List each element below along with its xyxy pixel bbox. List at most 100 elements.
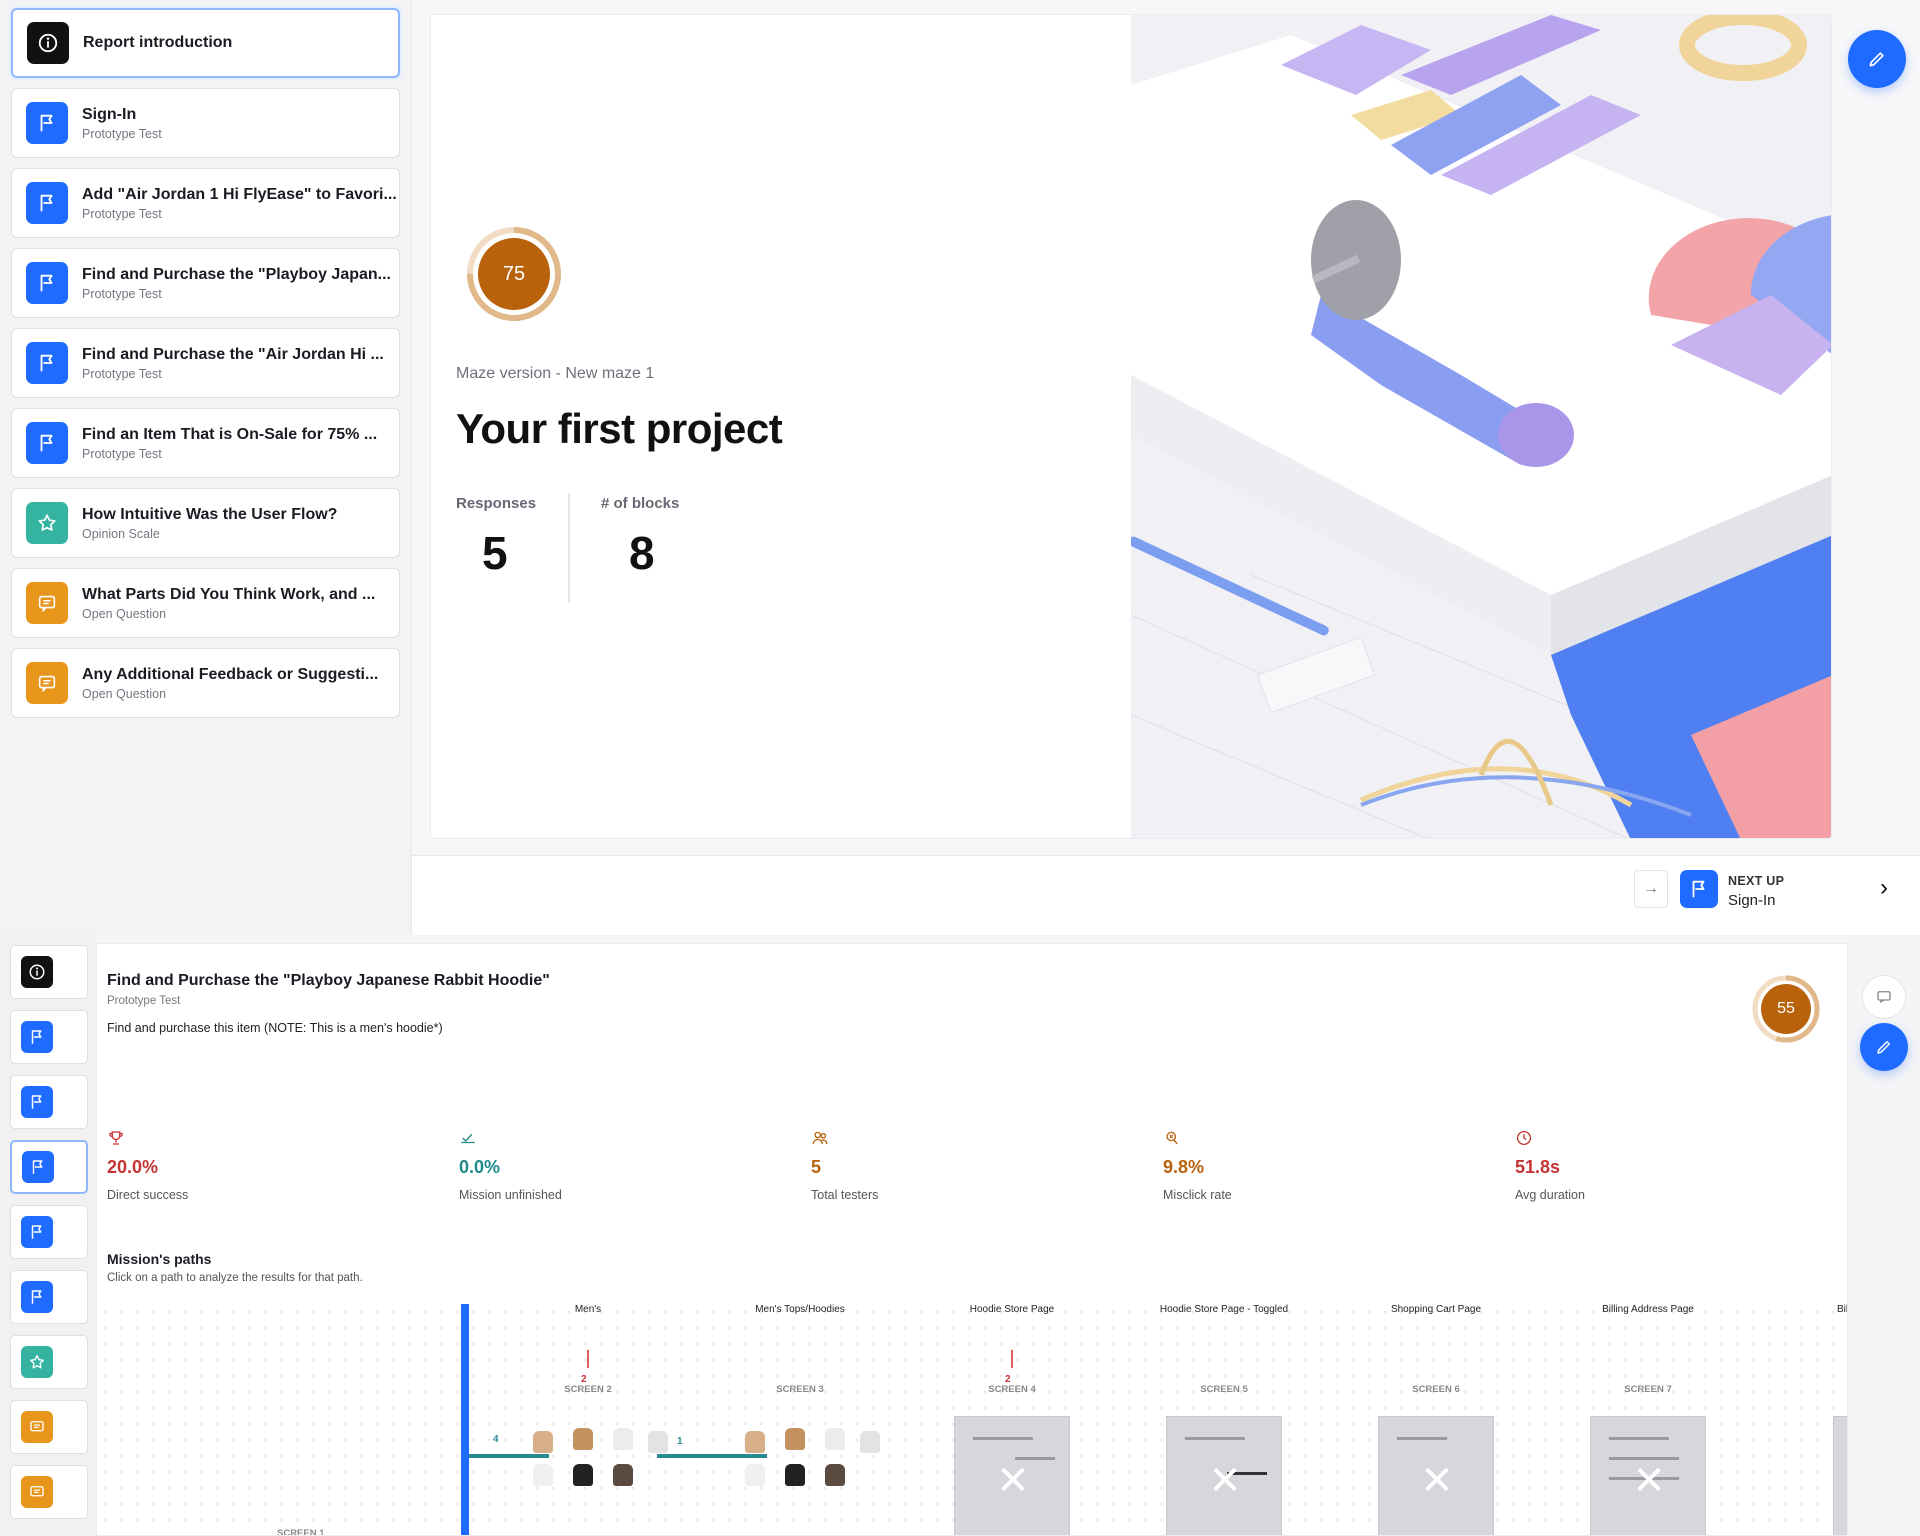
sidebar-item-type: Prototype Test	[82, 446, 162, 461]
screen-label: SCREEN 2	[564, 1384, 612, 1395]
screen-node-2[interactable]: Men's 2 SCREEN 2	[503, 1304, 673, 1486]
sidebar-item-feedback[interactable]: Any Additional Feedback or Suggesti... Op…	[11, 648, 400, 718]
blocks-value: 8	[629, 527, 655, 579]
responses-stat: Responses 5	[456, 495, 536, 580]
metric-misclick-rate: 9.8% Misclick rate	[1163, 1129, 1463, 1202]
close-icon: ✕	[1208, 1459, 1242, 1503]
metric-direct-success: 20.0% Direct success	[107, 1129, 407, 1202]
message-icon	[26, 662, 68, 704]
sidebar-item-title: Sign-In	[82, 105, 137, 123]
sidebar-item-what-worked[interactable]: What Parts Did You Think Work, and ... Op…	[11, 568, 400, 638]
users-icon	[811, 1129, 1111, 1151]
unfinished-icon	[459, 1129, 759, 1151]
mini-item-feedback[interactable]	[10, 1465, 88, 1519]
error-marker	[587, 1350, 589, 1368]
metric-mission-unfinished: 0.0% Mission unfinished	[459, 1129, 759, 1202]
flag-icon	[21, 1216, 53, 1248]
next-up-title[interactable]: Sign-In	[1728, 892, 1776, 909]
screen-label: SCREEN 7	[1624, 1384, 1672, 1395]
paths-subtitle: Click on a path to analyze the results f…	[107, 1272, 363, 1284]
edit-button[interactable]	[1860, 1023, 1908, 1071]
sidebar-item-on-sale[interactable]: Find an Item That is On-Sale for 75% ...…	[11, 408, 400, 478]
error-marker	[1011, 1350, 1013, 1368]
sidebar-item-type: Prototype Test	[82, 206, 162, 221]
screen-thumbnail	[715, 1416, 885, 1535]
sidebar-item-title: Any Additional Feedback or Suggesti...	[82, 665, 379, 683]
sidebar-item-type: Prototype Test	[82, 126, 162, 141]
screen-name: Hoodie Store Page - Toggled	[1159, 1304, 1289, 1315]
metric-value: 0.0%	[459, 1157, 501, 1177]
blocks-stat: # of blocks 8	[601, 495, 679, 580]
screen-label: SCREEN 5	[1200, 1384, 1248, 1395]
screen-node-6[interactable]: Shopping Cart Page SCREEN 6 ✕	[1351, 1304, 1521, 1535]
sidebar-item-purchase-air-jordan[interactable]: Find and Purchase the "Air Jordan Hi ...…	[11, 328, 400, 398]
screen-node-5[interactable]: Hoodie Store Page - Toggled SCREEN 5 ✕	[1139, 1304, 1309, 1535]
usability-score-value: 55	[1777, 1000, 1795, 1017]
metric-value: 20.0%	[107, 1157, 159, 1177]
pencil-icon	[1877, 1041, 1890, 1054]
metric-value: 9.8%	[1163, 1157, 1205, 1177]
sidebar-item-title: How Intuitive Was the User Flow?	[82, 505, 338, 523]
mini-item-on-sale[interactable]	[10, 1270, 88, 1324]
mini-item-intuitive[interactable]	[10, 1335, 88, 1389]
sidebar-item-intuitive[interactable]: How Intuitive Was the User Flow? Opinion …	[11, 488, 400, 558]
stat-divider	[568, 493, 570, 603]
screen-name: Men's	[574, 1304, 602, 1315]
next-arrow-button[interactable]: →	[1634, 870, 1668, 908]
task-results-panel: Find and Purchase the "Playboy Japanese …	[0, 935, 1920, 1536]
blocks-label: # of blocks	[601, 495, 680, 512]
report-intro-panel: Report introduction Sign-In Prototype Tes…	[0, 0, 1920, 935]
next-up-label: NEXT UP	[1728, 874, 1785, 888]
mini-item-sign-in[interactable]	[10, 1010, 88, 1064]
task-description: Find and purchase this item (NOTE: This …	[107, 1021, 443, 1035]
sidebar-item-sign-in[interactable]: Sign-In Prototype Test	[11, 88, 400, 158]
info-icon	[27, 22, 69, 64]
info-icon	[21, 956, 53, 988]
screen-node-8[interactable]: Bil	[1833, 1304, 1847, 1535]
comment-button[interactable]	[1862, 975, 1906, 1019]
flag-icon	[26, 182, 68, 224]
mini-block-sidebar	[0, 935, 96, 1536]
screen-node-3[interactable]: Men's Tops/Hoodies SCREEN 3	[715, 1304, 885, 1486]
path-count: 1	[677, 1436, 683, 1447]
sidebar-item-add-favorite[interactable]: Add "Air Jordan 1 Hi FlyEase" to Favori.…	[11, 168, 400, 238]
maze-score-ring: 75	[465, 225, 563, 323]
metric-label: Misclick rate	[1163, 1188, 1232, 1202]
flag-icon	[26, 342, 68, 384]
comment-icon	[1877, 991, 1891, 1003]
metric-label: Total testers	[811, 1188, 879, 1202]
isometric-illustration	[1131, 15, 1831, 838]
screen-name: Men's Tops/Hoodies	[755, 1304, 845, 1315]
mini-item-what-worked[interactable]	[10, 1400, 88, 1454]
sidebar-item-type: Prototype Test	[82, 366, 162, 381]
sidebar-item-type: Open Question	[82, 606, 167, 621]
metric-avg-duration: 51.8s Avg duration	[1515, 1129, 1815, 1202]
sidebar-item-title: Find and Purchase the "Air Jordan Hi ...	[82, 345, 384, 363]
maze-version: Maze version - New maze 1	[456, 365, 655, 382]
mini-item-purchase-playboy[interactable]	[10, 1140, 88, 1194]
mini-item-purchase-air-jordan[interactable]	[10, 1205, 88, 1259]
flag-icon	[1680, 870, 1718, 908]
sidebar-item-title: What Parts Did You Think Work, and ...	[82, 585, 376, 603]
usability-score-ring: 55	[1751, 974, 1821, 1044]
mini-item-add-favorite[interactable]	[10, 1075, 88, 1129]
sidebar-item-title: Report introduction	[83, 34, 233, 51]
flag-icon	[26, 262, 68, 304]
next-up-bar: → NEXT UP Sign-In ›	[412, 855, 1920, 935]
screen-thumbnail: ✕	[954, 1416, 1070, 1535]
sidebar-item-purchase-playboy[interactable]: Find and Purchase the "Playboy Japan... P…	[11, 248, 400, 318]
screen-thumbnail: ✕	[1166, 1416, 1282, 1535]
task-card: Find and Purchase the "Playboy Japanese …	[96, 943, 1848, 1536]
screen-node-4[interactable]: Hoodie Store Page 2 SCREEN 4 ✕	[927, 1304, 1097, 1535]
paths-title: Mission's paths	[107, 1251, 212, 1267]
sidebar-item-title: Find an Item That is On-Sale for 75% ...	[82, 425, 378, 443]
chevron-right-icon[interactable]: ›	[1880, 874, 1888, 902]
mission-paths-flow[interactable]: SCREEN 1 4 1 Men's 2 SCREEN 2 Men's Tops…	[97, 1304, 1847, 1535]
edit-button[interactable]	[1848, 30, 1906, 88]
sidebar-item-report-introduction[interactable]: Report introduction	[11, 8, 400, 78]
screen-node-7[interactable]: Billing Address Page SCREEN 7 ✕	[1563, 1304, 1733, 1535]
sidebar-item-title: Find and Purchase the "Playboy Japan...	[82, 265, 391, 283]
screen-name: Shopping Cart Page	[1390, 1304, 1482, 1315]
path-count: 4	[493, 1434, 499, 1445]
mini-item-report-introduction[interactable]	[10, 945, 88, 999]
